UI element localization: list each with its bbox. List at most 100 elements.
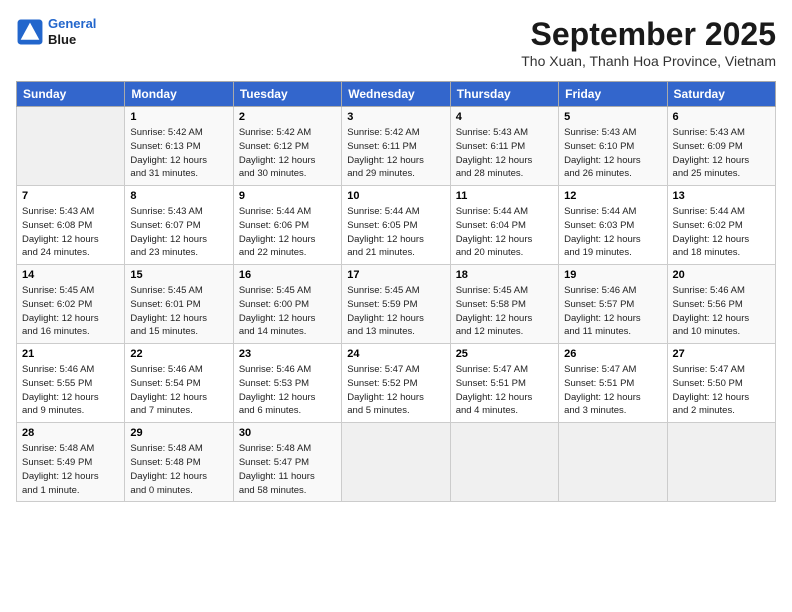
day-number: 2 (239, 111, 336, 123)
day-number: 20 (673, 269, 770, 281)
day-info: Sunrise: 5:43 AMSunset: 6:11 PMDaylight:… (456, 126, 553, 181)
day-cell: 28 Sunrise: 5:48 AMSunset: 5:49 PMDayligh… (17, 423, 125, 502)
calendar-table: SundayMondayTuesdayWednesdayThursdayFrid… (16, 81, 776, 502)
day-cell: 23Sunrise: 5:46 AMSunset: 5:53 PMDayligh… (233, 344, 341, 423)
day-cell: 5 Sunrise: 5:43 AMSunset: 6:10 PMDaylight… (559, 107, 667, 186)
day-number: 30 (239, 427, 336, 439)
location-title: Tho Xuan, Thanh Hoa Province, Vietnam (521, 53, 776, 69)
day-info: Sunrise: 5:42 AMSunset: 6:11 PMDaylight:… (347, 126, 444, 181)
day-cell: 8 Sunrise: 5:43 AMSunset: 6:07 PMDaylight… (125, 186, 233, 265)
day-number: 9 (239, 190, 336, 202)
day-cell: 29 Sunrise: 5:48 AMSunset: 5:48 PMDayligh… (125, 423, 233, 502)
day-number: 28 (22, 427, 119, 439)
day-number: 17 (347, 269, 444, 281)
day-cell: 25Sunrise: 5:47 AMSunset: 5:51 PMDayligh… (450, 344, 558, 423)
week-row-5: 28 Sunrise: 5:48 AMSunset: 5:49 PMDayligh… (17, 423, 776, 502)
day-number: 19 (564, 269, 661, 281)
day-info: Sunrise: 5:43 AMSunset: 6:10 PMDaylight:… (564, 126, 661, 181)
day-cell: 6 Sunrise: 5:43 AMSunset: 6:09 PMDaylight… (667, 107, 775, 186)
col-header-saturday: Saturday (667, 82, 775, 107)
week-row-1: 1 Sunrise: 5:42 AMSunset: 6:13 PMDaylight… (17, 107, 776, 186)
day-number: 16 (239, 269, 336, 281)
day-cell: 3Sunrise: 5:42 AMSunset: 6:11 PMDaylight… (342, 107, 450, 186)
day-number: 18 (456, 269, 553, 281)
day-cell: 15 Sunrise: 5:45 AMSunset: 6:01 PMDayligh… (125, 265, 233, 344)
day-cell: 16Sunrise: 5:45 AMSunset: 6:00 PMDayligh… (233, 265, 341, 344)
day-info: Sunrise: 5:45 AMSunset: 6:01 PMDaylight:… (130, 284, 227, 339)
day-number: 1 (130, 111, 227, 123)
day-cell: 26Sunrise: 5:47 AMSunset: 5:51 PMDayligh… (559, 344, 667, 423)
day-number: 13 (673, 190, 770, 202)
day-info: Sunrise: 5:44 AMSunset: 6:04 PMDaylight:… (456, 205, 553, 260)
day-number: 27 (673, 348, 770, 360)
day-info: Sunrise: 5:44 AMSunset: 6:02 PMDaylight:… (673, 205, 770, 260)
day-cell: 4Sunrise: 5:43 AMSunset: 6:11 PMDaylight… (450, 107, 558, 186)
day-number: 14 (22, 269, 119, 281)
day-cell: 18 Sunrise: 5:45 AMSunset: 5:58 PMDayligh… (450, 265, 558, 344)
day-info: Sunrise: 5:45 AMSunset: 5:58 PMDaylight:… (456, 284, 553, 339)
day-info: Sunrise: 5:48 AMSunset: 5:47 PMDaylight:… (239, 442, 336, 497)
day-number: 21 (22, 348, 119, 360)
day-cell: 27 Sunrise: 5:47 AMSunset: 5:50 PMDayligh… (667, 344, 775, 423)
day-number: 7 (22, 190, 119, 202)
day-info: Sunrise: 5:47 AMSunset: 5:51 PMDaylight:… (456, 363, 553, 418)
month-title: September 2025 (521, 16, 776, 53)
day-info: Sunrise: 5:48 AMSunset: 5:49 PMDaylight:… (22, 442, 119, 497)
day-cell: 24 Sunrise: 5:47 AMSunset: 5:52 PMDayligh… (342, 344, 450, 423)
day-number: 29 (130, 427, 227, 439)
day-cell (450, 423, 558, 502)
logo-line1: General (48, 16, 96, 31)
day-number: 5 (564, 111, 661, 123)
logo-icon (16, 18, 44, 46)
day-number: 22 (130, 348, 227, 360)
day-cell: 1 Sunrise: 5:42 AMSunset: 6:13 PMDaylight… (125, 107, 233, 186)
day-cell: 2 Sunrise: 5:42 AMSunset: 6:12 PMDaylight… (233, 107, 341, 186)
day-cell: 19Sunrise: 5:46 AMSunset: 5:57 PMDayligh… (559, 265, 667, 344)
day-info: Sunrise: 5:42 AMSunset: 6:13 PMDaylight:… (130, 126, 227, 181)
day-cell: 22 Sunrise: 5:46 AMSunset: 5:54 PMDayligh… (125, 344, 233, 423)
day-number: 6 (673, 111, 770, 123)
day-cell: 17 Sunrise: 5:45 AMSunset: 5:59 PMDayligh… (342, 265, 450, 344)
week-row-3: 14Sunrise: 5:45 AMSunset: 6:02 PMDayligh… (17, 265, 776, 344)
col-header-friday: Friday (559, 82, 667, 107)
day-cell: 10 Sunrise: 5:44 AMSunset: 6:05 PMDayligh… (342, 186, 450, 265)
day-cell: 20 Sunrise: 5:46 AMSunset: 5:56 PMDayligh… (667, 265, 775, 344)
col-header-monday: Monday (125, 82, 233, 107)
day-number: 24 (347, 348, 444, 360)
day-cell (559, 423, 667, 502)
day-info: Sunrise: 5:43 AMSunset: 6:09 PMDaylight:… (673, 126, 770, 181)
day-number: 23 (239, 348, 336, 360)
day-info: Sunrise: 5:45 AMSunset: 5:59 PMDaylight:… (347, 284, 444, 339)
day-info: Sunrise: 5:46 AMSunset: 5:54 PMDaylight:… (130, 363, 227, 418)
day-number: 11 (456, 190, 553, 202)
day-info: Sunrise: 5:43 AMSunset: 6:07 PMDaylight:… (130, 205, 227, 260)
day-cell: 9Sunrise: 5:44 AMSunset: 6:06 PMDaylight… (233, 186, 341, 265)
day-cell (667, 423, 775, 502)
week-row-2: 7Sunrise: 5:43 AMSunset: 6:08 PMDaylight… (17, 186, 776, 265)
calendar-header-row: SundayMondayTuesdayWednesdayThursdayFrid… (17, 82, 776, 107)
col-header-wednesday: Wednesday (342, 82, 450, 107)
title-area: September 2025 Tho Xuan, Thanh Hoa Provi… (521, 16, 776, 69)
day-cell: 12 Sunrise: 5:44 AMSunset: 6:03 PMDayligh… (559, 186, 667, 265)
day-info: Sunrise: 5:48 AMSunset: 5:48 PMDaylight:… (130, 442, 227, 497)
day-info: Sunrise: 5:46 AMSunset: 5:56 PMDaylight:… (673, 284, 770, 339)
day-cell: 21 Sunrise: 5:46 AMSunset: 5:55 PMDayligh… (17, 344, 125, 423)
day-cell: 30 Sunrise: 5:48 AMSunset: 5:47 PMDayligh… (233, 423, 341, 502)
day-info: Sunrise: 5:44 AMSunset: 6:03 PMDaylight:… (564, 205, 661, 260)
day-info: Sunrise: 5:47 AMSunset: 5:51 PMDaylight:… (564, 363, 661, 418)
day-number: 15 (130, 269, 227, 281)
day-info: Sunrise: 5:47 AMSunset: 5:50 PMDaylight:… (673, 363, 770, 418)
day-number: 12 (564, 190, 661, 202)
logo-line2: Blue (48, 32, 96, 48)
day-info: Sunrise: 5:44 AMSunset: 6:05 PMDaylight:… (347, 205, 444, 260)
day-info: Sunrise: 5:47 AMSunset: 5:52 PMDaylight:… (347, 363, 444, 418)
day-cell (342, 423, 450, 502)
day-info: Sunrise: 5:46 AMSunset: 5:55 PMDaylight:… (22, 363, 119, 418)
day-number: 8 (130, 190, 227, 202)
day-cell: 11 Sunrise: 5:44 AMSunset: 6:04 PMDayligh… (450, 186, 558, 265)
col-header-sunday: Sunday (17, 82, 125, 107)
logo: General Blue (16, 16, 96, 47)
day-number: 10 (347, 190, 444, 202)
day-info: Sunrise: 5:42 AMSunset: 6:12 PMDaylight:… (239, 126, 336, 181)
day-cell: 13 Sunrise: 5:44 AMSunset: 6:02 PMDayligh… (667, 186, 775, 265)
